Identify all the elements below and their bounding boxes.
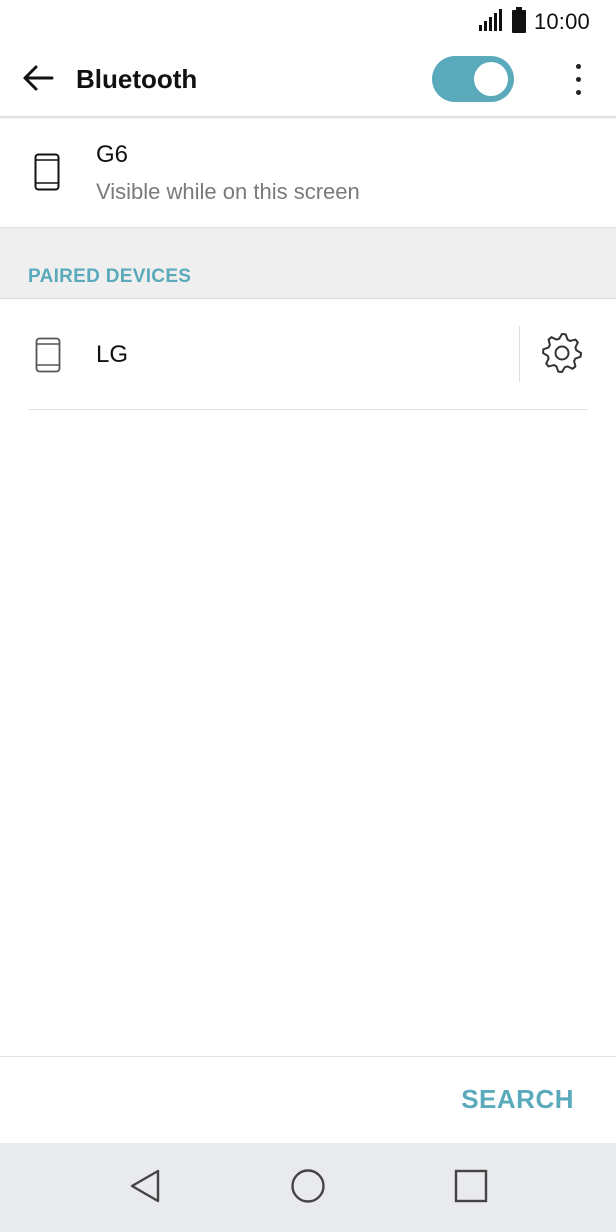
- list-divider: [28, 409, 588, 410]
- divider: [519, 326, 520, 382]
- paired-device-item[interactable]: LG: [0, 299, 616, 409]
- this-device-item: G6 Visible while on this screen: [0, 119, 616, 227]
- nav-recents-icon: [454, 1169, 488, 1208]
- phone-icon: [34, 153, 60, 196]
- this-device-name: G6: [96, 141, 129, 168]
- this-device-visibility: Visible while on this screen: [96, 179, 360, 204]
- section-header: PAIRED DEVICES: [28, 266, 192, 287]
- status-time: 10:00: [533, 9, 590, 34]
- nav-back-button[interactable]: [122, 1165, 168, 1211]
- nav-back-icon: [128, 1168, 162, 1209]
- toggle-knob: [474, 62, 508, 96]
- gear-icon: [540, 331, 584, 380]
- device-settings-button[interactable]: [536, 331, 588, 380]
- navigation-bar: [0, 1143, 616, 1232]
- battery-icon: [511, 6, 526, 38]
- bluetooth-toggle[interactable]: [432, 56, 514, 102]
- search-button[interactable]: SEARCH: [461, 1084, 574, 1115]
- paired-devices-section: PAIRED DEVICES: [0, 227, 616, 299]
- status-bar: 10:00: [0, 0, 616, 44]
- signal-icon: [478, 8, 504, 37]
- footer-divider: [0, 1056, 616, 1057]
- phone-icon: [35, 337, 61, 378]
- nav-home-button[interactable]: [285, 1165, 331, 1211]
- arrow-back-icon: [22, 64, 54, 97]
- nav-home-icon: [290, 1168, 326, 1209]
- app-bar: Bluetooth: [0, 44, 616, 116]
- paired-device-name: LG: [96, 341, 129, 368]
- more-vert-icon: [575, 63, 581, 69]
- back-button[interactable]: [18, 60, 58, 100]
- more-options-button[interactable]: [558, 56, 598, 102]
- page-title: Bluetooth: [76, 64, 198, 94]
- nav-recents-button[interactable]: [448, 1165, 494, 1211]
- status-icons: 10:00: [478, 6, 590, 38]
